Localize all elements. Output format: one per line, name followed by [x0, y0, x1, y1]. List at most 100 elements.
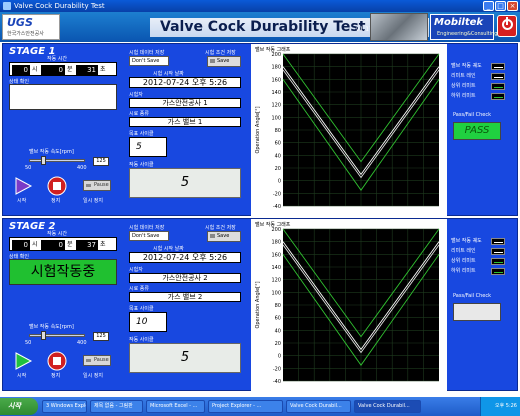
stop-icon	[47, 351, 67, 371]
actual-cycle-label: 작동 사이클	[129, 162, 154, 168]
test-info-column: 시험 데이터 저장 Don't Save 시험 조건 저장 Save 시험 시작 날짜 2…	[125, 219, 245, 391]
start-date-field: 2012-07-24 오후 5:26	[129, 252, 241, 263]
pause-button[interactable]: Pause	[83, 180, 111, 191]
y-axis-label: Operation Angle[°]	[255, 106, 261, 153]
pause-button[interactable]: Pause	[83, 355, 111, 366]
runtime-value: 0	[12, 65, 30, 75]
status-display: 시험 종료	[9, 84, 117, 110]
speed-input[interactable]: 125	[93, 157, 109, 166]
taskbar-task[interactable]: 제목 없음 - 그림판	[90, 400, 143, 413]
start-label: 시작	[17, 373, 27, 379]
taskbar-task[interactable]: 3 Windows Explo...	[42, 400, 87, 413]
pause-led-icon	[86, 359, 91, 362]
runtime-display: 0 시 0 분 31 초	[9, 62, 117, 76]
play-icon	[15, 352, 33, 370]
logo-subtext: 한국가스안전공사	[7, 31, 44, 37]
y-tick-label: -20	[273, 366, 281, 372]
speed-slider-thumb[interactable]	[41, 156, 46, 165]
sample-field[interactable]: 가스 밸브 2	[129, 292, 241, 302]
save-mode-label: 시험 데이터 저장	[129, 50, 165, 56]
power-button[interactable]	[497, 15, 517, 37]
save-icon	[210, 234, 215, 238]
brand-sub: Engineering&Consulting	[437, 31, 498, 37]
close-button[interactable]: ×	[507, 1, 518, 11]
save-mode-select[interactable]: Don't Save	[129, 56, 169, 66]
pause-label: 일시 정지	[83, 198, 103, 204]
y-tick-label: -40	[273, 379, 281, 385]
start-test-button[interactable]	[13, 351, 33, 371]
window-title: Valve Cock Durability Test	[14, 2, 105, 10]
speed-input[interactable]: 125	[93, 332, 109, 341]
runtime-value: 31	[76, 65, 98, 75]
y-tick-label: 100	[271, 115, 281, 121]
legend-entry: 상위 리미트	[451, 82, 505, 92]
taskbar-task[interactable]: Microsoft Excel - ...	[146, 400, 205, 413]
save-icon	[210, 59, 215, 63]
legend-swatch	[491, 73, 505, 80]
target-cycle-input[interactable]: 10	[129, 312, 167, 332]
logo: UGS 한국가스안전공사	[2, 14, 60, 40]
legend-label: 리미트 레인	[451, 73, 476, 79]
save-mode-label: 시험 데이터 저장	[129, 225, 165, 231]
legend-label: 하위 리미트	[451, 93, 476, 99]
legend-label: 상위 리미트	[451, 83, 476, 89]
legend-label: 리미트 레인	[451, 248, 476, 254]
legend-label: 밸브 작동 궤도	[451, 63, 482, 69]
y-tick-label: 180	[271, 240, 281, 246]
speed-slider-thumb[interactable]	[41, 331, 46, 340]
window-titlebar: Valve Cock Durability Test _ □ ×	[0, 0, 520, 12]
legend-swatch	[491, 93, 505, 100]
taskbar-task[interactable]: Valve Cock Durabil...	[354, 400, 421, 413]
condition-save-label: 시험 조건 저장	[205, 50, 236, 56]
legend-entry: 리미트 레인	[451, 72, 505, 82]
speed-max: 400	[77, 165, 87, 171]
valve-operation-chart: 밸브 작동 그래프 -40 -20 0 20 40 60 80 100 120 140 160 180 2…	[251, 44, 447, 216]
taskbar-task[interactable]: Valve Cock Durabil...	[286, 400, 351, 413]
sample-label: 시료 종류	[129, 286, 149, 292]
target-cycle-label: 목표 사이클	[129, 131, 154, 137]
speed-label: 밸브 작동 속도[rpm]	[29, 324, 74, 330]
passfail-label: Pass/Fail Check	[453, 112, 491, 118]
stop-test-button[interactable]	[47, 351, 67, 371]
save-button-label: Save	[217, 58, 230, 64]
speed-label: 밸브 작동 속도[rpm]	[29, 149, 74, 155]
valve-operation-chart: 밸브 작동 그래프 -40 -20 0 20 40 60 80 100 120 140 160 180 2…	[251, 219, 447, 391]
y-tick-label: 80	[275, 303, 281, 309]
stop-test-button[interactable]	[47, 176, 67, 196]
condition-save-label: 시험 조건 저장	[205, 225, 236, 231]
target-cycle-input[interactable]: 5	[129, 137, 167, 157]
legend-label: 상위 리미트	[451, 258, 476, 264]
pause-button-label: Pause	[94, 357, 109, 363]
actual-cycle-display: 5	[129, 168, 241, 198]
taskbar-task[interactable]: Project Explorer - ...	[208, 400, 283, 413]
speed-slider[interactable]	[29, 331, 85, 340]
runtime-value: 37	[76, 240, 98, 250]
sample-label: 시료 종류	[129, 111, 149, 117]
tester-field[interactable]: 가스안전공사 2	[129, 273, 241, 283]
start-button[interactable]: 시작	[0, 398, 38, 415]
runtime-value: 0	[41, 65, 65, 75]
sample-field[interactable]: 가스 밸브 1	[129, 117, 241, 127]
y-tick-label: -20	[273, 191, 281, 197]
speed-min: 50	[25, 340, 32, 346]
y-tick-label: 120	[271, 278, 281, 284]
legend-entry: 리미트 레인	[451, 247, 505, 257]
actual-cycle-display: 5	[129, 343, 241, 373]
minimize-button[interactable]: _	[483, 1, 494, 11]
legend-entry: 하위 리미트	[451, 267, 505, 277]
legend-swatch	[491, 248, 505, 255]
save-mode-select[interactable]: Don't Save	[129, 231, 169, 241]
stage-2-panel: STAGE 2 작동 시간 0 시 0 분 37 초 상태 확인 시험작동중 밸브 작동 속도[rp…	[2, 218, 518, 391]
start-test-button[interactable]	[13, 176, 33, 196]
chart-legend: 밸브 작동 궤도리미트 레인상위 리미트하위 리미트	[451, 62, 505, 102]
system-tray-clock: 오후 5:26	[480, 397, 520, 416]
maximize-button[interactable]: □	[495, 1, 506, 11]
runtime-display: 0 시 0 분 37 초	[9, 237, 117, 251]
valve-image	[370, 13, 428, 41]
condition-save-button[interactable]: Save	[207, 56, 241, 67]
condition-save-button[interactable]: Save	[207, 231, 241, 242]
tester-field[interactable]: 가스안전공사 1	[129, 98, 241, 108]
y-tick-label: 100	[271, 290, 281, 296]
speed-slider[interactable]	[29, 156, 85, 165]
app-header: UGS 한국가스안전공사 Valve Cock Durability Test …	[0, 12, 520, 42]
